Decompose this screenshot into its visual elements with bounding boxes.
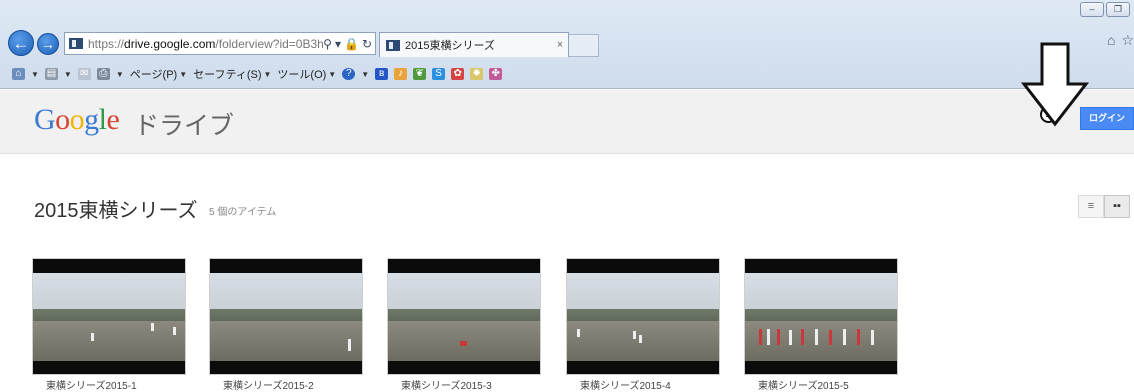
safety-menu-label: セーフティ(S) [193,69,262,81]
feeds-icon[interactable]: ▤ [44,68,58,80]
back-arrow-icon: ← [12,34,30,53]
navigation-row: ← → https://drive.google.com/folderview?… [0,28,1134,60]
tools-menu[interactable]: ツール(O) ▼ [277,66,336,82]
page-menu-label: ページ(P) [129,69,178,81]
search-icon[interactable]: ⚲ [323,37,332,51]
settings-gear-icon[interactable]: ✹ [470,68,484,80]
browser-chrome: – ❐ ← → https://drive.google.com/folderv… [0,0,1134,89]
url-domain: drive.google.com [124,36,216,51]
tab-close-icon[interactable]: × [552,39,568,51]
mail-icon[interactable]: ✉ [77,68,91,80]
logo-letter: o [69,103,85,136]
window-controls: – ❐ [1080,2,1130,17]
chevron-down-icon: ▼ [179,69,188,79]
logo-letter: g [84,103,99,136]
back-button[interactable]: ← [8,30,34,56]
video-thumbnail[interactable] [209,258,363,375]
tab-favicon-icon [386,39,400,51]
chevron-down-icon[interactable]: ▼ [64,70,72,79]
grid-view-icon: ▪▪ [1113,200,1121,212]
home-icon[interactable]: ⌂ [12,68,25,80]
view-toggle: ≡ ▪▪ [1078,195,1130,218]
address-url[interactable]: https://drive.google.com/folderview?id=0… [88,37,323,51]
browser-right-icons: ⌂ ☆ [1107,32,1134,49]
file-caption[interactable]: 東横シリーズ2015-1 [46,377,137,392]
command-bar: ⌂ ▼ ▤ ▼ ✉ ⎙ ▼ ページ(P) ▼ セーフティ(S) ▼ ツール(O) ▼ ? ▼ … [0,62,1134,86]
folder-title: 2015東横シリーズ [34,200,198,222]
video-thumbnail[interactable] [32,258,186,375]
url-path: /folderview?id=0B3h! [215,36,324,51]
address-bar[interactable]: https://drive.google.com/folderview?id=0… [64,32,376,55]
addon-icon[interactable]: ♪ [394,68,408,80]
print-icon[interactable]: ⎙ [96,68,110,80]
dropdown-caret-icon[interactable]: ▾ [335,37,341,51]
grid-view-button[interactable]: ▪▪ [1104,195,1130,218]
item-count: 5 個のアイテム [209,207,277,218]
addon-leaf-icon[interactable]: ❦ [413,68,427,80]
file-tile[interactable]: 東横シリーズ2015-1 [32,258,186,392]
page-menu[interactable]: ページ(P) ▼ [130,66,187,82]
help-icon[interactable]: ? [342,68,356,80]
annotation-arrow-icon [1020,42,1090,127]
tools-menu-label: ツール(O) [277,69,327,81]
browser-tab[interactable]: 2015東横シリーズ × [379,32,569,57]
video-thumbnail[interactable] [566,258,720,375]
addon-red-icon[interactable]: ✿ [451,68,465,80]
skype-icon[interactable]: S [432,68,446,80]
video-thumbnail[interactable] [387,258,541,375]
chevron-down-icon: ▼ [263,69,272,79]
list-view-icon: ≡ [1087,200,1095,212]
chevron-down-icon: ▼ [328,69,337,79]
address-tools: ⚲ ▾ 🔒 ↻ [323,37,375,51]
file-tile[interactable]: 東横シリーズ2015-3 [387,258,541,392]
file-tile[interactable]: 東横シリーズ2015-4 [566,258,720,392]
home-icon[interactable]: ⌂ [1107,32,1115,49]
forward-button[interactable]: → [37,33,59,55]
file-tile[interactable]: 東横シリーズ2015-5 [744,258,898,392]
file-tile[interactable]: 東横シリーズ2015-2 [209,258,363,392]
logo-letter: o [55,103,70,136]
minimize-button[interactable]: – [1080,2,1104,17]
restore-button[interactable]: ❐ [1106,2,1130,17]
logo-letter: e [106,103,120,136]
list-view-button[interactable]: ≡ [1078,195,1104,218]
favorites-star-icon[interactable]: ☆ [1121,32,1134,49]
product-name: ドライブ [134,111,235,140]
file-caption[interactable]: 東横シリーズ2015-5 [758,377,849,392]
file-caption[interactable]: 東横シリーズ2015-3 [401,377,492,392]
file-caption[interactable]: 東横シリーズ2015-2 [223,377,314,392]
video-thumbnail[interactable] [744,258,898,375]
logo-letter: l [98,103,107,136]
google-logo[interactable]: Google [34,103,120,137]
forward-arrow-icon: → [41,36,55,52]
chevron-down-icon[interactable]: ▼ [116,70,124,79]
refresh-icon[interactable]: ↻ [362,37,372,51]
file-caption[interactable]: 東横シリーズ2015-4 [580,377,671,392]
url-scheme: https:// [88,36,125,51]
chevron-down-icon[interactable]: ▼ [361,70,369,79]
bluetooth-icon[interactable]: ʙ [375,68,389,80]
lock-icon[interactable]: 🔒 [344,37,359,51]
tab-title: 2015東横シリーズ [405,40,495,52]
chevron-down-icon[interactable]: ▼ [31,70,39,79]
page-favicon-icon [69,38,83,49]
new-tab-button[interactable] [569,34,599,57]
drive-header: Google ドライブ 1 ログイン [0,90,1134,154]
logo-letter: G [34,103,56,136]
addon-pink-icon[interactable]: ✤ [489,68,503,80]
safety-menu[interactable]: セーフティ(S) ▼ [193,66,271,82]
